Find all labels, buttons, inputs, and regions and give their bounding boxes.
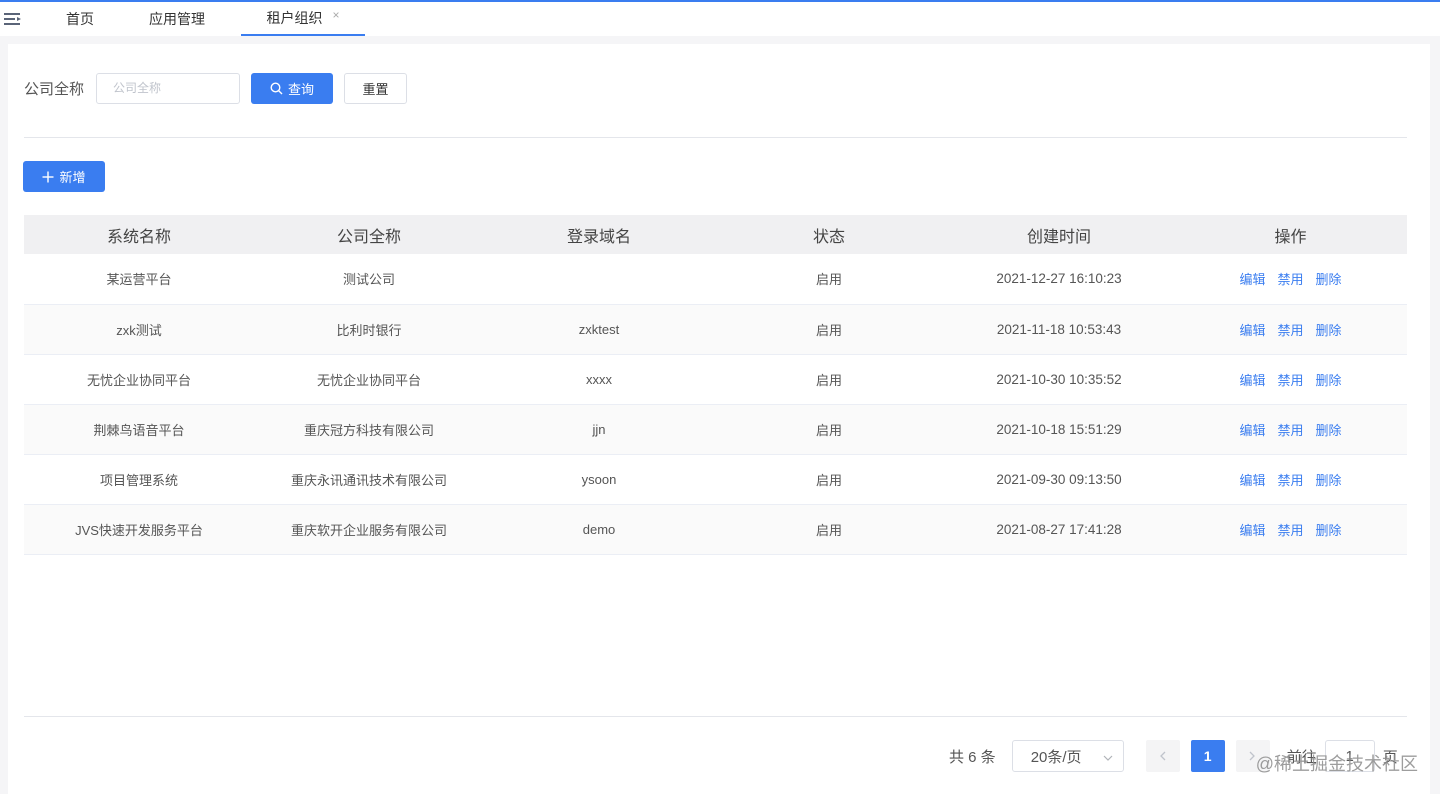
table-row: JVS快速开发服务平台 重庆软开企业服务有限公司 demo 启用 2021-08… (24, 504, 1407, 554)
delete-link[interactable]: 删除 (1316, 320, 1342, 339)
cell-company-name: 重庆冠方科技有限公司 (303, 422, 434, 438)
tab-home-label: 首页 (66, 11, 94, 27)
column-header-company-name: 公司全称 (336, 228, 401, 246)
add-button-label: 新增 (59, 170, 86, 185)
tab-tenant-organization-label: 租户组织 (266, 10, 323, 26)
column-header-created-time: 创建时间 (1026, 228, 1091, 246)
cell-login-domain: demo (582, 521, 616, 537)
table-row: 项目管理系统 重庆永讯通讯技术有限公司 ysoon 启用 2021-09-30 … (24, 454, 1407, 504)
search-bar: 公司全称 查询 重置 (24, 72, 408, 104)
cell-status: 启用 (815, 472, 842, 488)
prev-page-button[interactable] (1145, 740, 1180, 772)
cell-system-name: 荆棘鸟语音平台 (93, 422, 185, 438)
cell-status: 启用 (815, 322, 842, 338)
delete-link[interactable]: 删除 (1316, 269, 1342, 288)
cell-system-name: JVS快速开发服务平台 (75, 522, 203, 538)
tab-home[interactable]: 首页 (52, 2, 108, 36)
page-number-current[interactable]: 1 (1190, 740, 1225, 772)
cell-company-name: 比利时银行 (336, 322, 402, 338)
cell-created-time: 2021-10-18 15:51:29 (996, 421, 1122, 437)
cell-login-domain (484, 254, 714, 304)
table-row: 荆棘鸟语音平台 重庆冠方科技有限公司 jjn 启用 2021-10-18 15:… (24, 404, 1407, 454)
disable-link[interactable]: 禁用 (1277, 420, 1303, 439)
column-header-status: 状态 (812, 228, 845, 246)
tab-app-management-label: 应用管理 (149, 11, 205, 27)
column-header-system-name: 系统名称 (106, 228, 171, 246)
table-row: zxk测试 比利时银行 zxktest 启用 2021-11-18 10:53:… (24, 304, 1407, 354)
cell-system-name: zxk测试 (116, 322, 162, 338)
cell-login-domain: ysoon (581, 471, 617, 487)
close-icon[interactable]: × (332, 8, 339, 22)
tab-tenant-organization[interactable]: 租户组织 × (241, 2, 365, 36)
cell-actions: 编辑 禁用 删除 (1174, 254, 1407, 304)
cell-actions: 编辑 禁用 删除 (1174, 454, 1407, 504)
cell-system-name: 某运营平台 (106, 272, 172, 288)
cell-created-time: 2021-09-30 09:13:50 (996, 471, 1122, 487)
cell-created-time: 2021-08-27 17:41:28 (996, 521, 1122, 537)
company-name-search-input[interactable] (96, 72, 241, 104)
query-button[interactable]: 查询 (251, 72, 334, 104)
edit-link[interactable]: 编辑 (1239, 269, 1265, 288)
page-size-value: 20条/页 (1030, 748, 1082, 766)
add-button[interactable]: 新增 (23, 161, 105, 192)
column-header-login-domain: 登录域名 (566, 228, 631, 246)
cell-status: 启用 (815, 522, 842, 538)
delete-link[interactable]: 删除 (1316, 370, 1342, 389)
chevron-down-icon (1103, 748, 1113, 765)
reset-button[interactable]: 重置 (344, 72, 408, 104)
cell-system-name: 项目管理系统 (99, 472, 178, 488)
cell-created-time: 2021-10-30 10:35:52 (996, 371, 1122, 387)
search-icon (270, 81, 283, 95)
edit-link[interactable]: 编辑 (1239, 420, 1265, 439)
cell-actions: 编辑 禁用 删除 (1174, 404, 1407, 454)
tenant-table: 系统名称 公司全称 登录域名 状态 创建时间 操作 某运营平台 测试公司 启用 … (24, 215, 1407, 555)
edit-link[interactable]: 编辑 (1239, 320, 1265, 339)
watermark: @稀土掘金技术社区 (1255, 754, 1418, 774)
search-label: 公司全称 (24, 80, 85, 98)
column-header-actions: 操作 (1274, 228, 1307, 246)
cell-login-domain: jjn (592, 421, 606, 437)
total-count: 共 6 条 (949, 748, 996, 766)
section-divider (24, 137, 1407, 138)
edit-link[interactable]: 编辑 (1239, 470, 1265, 489)
cell-status: 启用 (815, 372, 842, 388)
cell-login-domain: zxktest (578, 321, 620, 337)
cell-company-name: 重庆永讯通讯技术有限公司 (290, 472, 447, 488)
plus-icon (42, 171, 54, 183)
main-panel: 公司全称 查询 重置 新增 系统名称 公司全称 登录域名 状态 创建时间 (8, 44, 1430, 794)
cell-actions: 编辑 禁用 删除 (1174, 504, 1407, 554)
footer-divider (24, 716, 1407, 717)
tab-app-management[interactable]: 应用管理 (132, 2, 222, 36)
query-button-label: 查询 (288, 81, 315, 97)
delete-link[interactable]: 删除 (1316, 520, 1342, 539)
cell-status: 启用 (815, 422, 842, 438)
page-size-select[interactable]: 20条/页 (1011, 740, 1124, 772)
cell-company-name: 重庆软开企业服务有限公司 (290, 522, 447, 538)
disable-link[interactable]: 禁用 (1277, 269, 1303, 288)
table-row: 某运营平台 测试公司 启用 2021-12-27 16:10:23 编辑 禁用 删除 (24, 254, 1407, 304)
cell-created-time: 2021-12-27 16:10:23 (996, 271, 1122, 287)
cell-company-name: 无忧企业协同平台 (316, 372, 421, 388)
cell-company-name: 测试公司 (342, 272, 395, 288)
cell-system-name: 无忧企业协同平台 (86, 372, 191, 388)
delete-link[interactable]: 删除 (1316, 420, 1342, 439)
cell-login-domain: xxxx (586, 371, 612, 387)
edit-link[interactable]: 编辑 (1239, 520, 1265, 539)
delete-link[interactable]: 删除 (1316, 470, 1342, 489)
disable-link[interactable]: 禁用 (1277, 320, 1303, 339)
table-row: 无忧企业协同平台 无忧企业协同平台 xxxx 启用 2021-10-30 10:… (24, 354, 1407, 404)
disable-link[interactable]: 禁用 (1277, 370, 1303, 389)
table-header-row: 系统名称 公司全称 登录域名 状态 创建时间 操作 (24, 215, 1407, 254)
cell-created-time: 2021-11-18 10:53:43 (996, 321, 1122, 337)
tab-bar: 首页 应用管理 租户组织 × (0, 2, 1440, 36)
disable-link[interactable]: 禁用 (1277, 470, 1303, 489)
disable-link[interactable]: 禁用 (1277, 520, 1303, 539)
edit-link[interactable]: 编辑 (1239, 370, 1265, 389)
chevron-left-icon (1160, 751, 1166, 761)
cell-status: 启用 (815, 272, 842, 288)
cell-actions: 编辑 禁用 删除 (1174, 354, 1407, 404)
menu-fold-icon[interactable] (4, 12, 24, 26)
cell-actions: 编辑 禁用 删除 (1174, 304, 1407, 354)
